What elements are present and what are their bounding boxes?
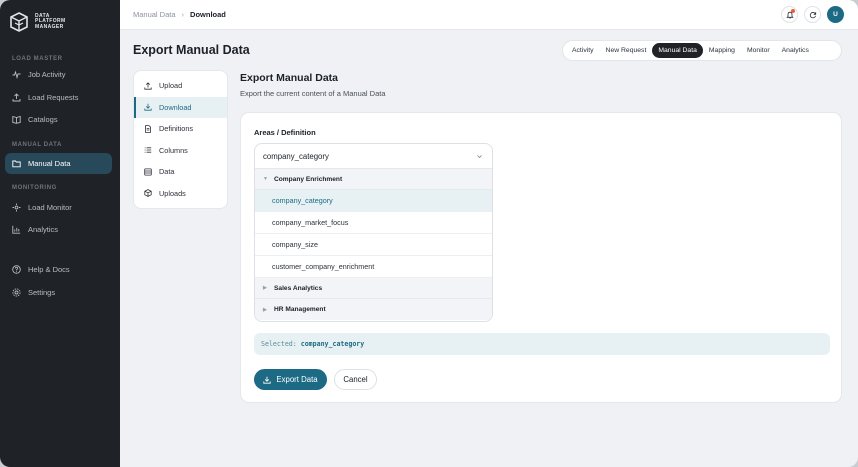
submenu-item-label: Upload — [159, 81, 183, 91]
brand-logo[interactable]: DATA PLATFORM MANAGER — [8, 9, 108, 35]
group-label: Sales Analytics — [274, 284, 323, 292]
submenu-item-data[interactable]: Data — [134, 161, 227, 183]
group-label: HR Management — [274, 306, 326, 313]
areas-definition-label: Areas / Definition — [254, 128, 316, 137]
manual-data-submenu: Upload Download Definitions Columns Data… — [133, 70, 228, 209]
app-window: DATA PLATFORM MANAGER LOAD MASTER Job Ac… — [0, 0, 858, 467]
tab-activity[interactable]: Activity — [566, 43, 600, 58]
sidebar-item-load-monitor[interactable]: Load Monitor — [5, 197, 112, 218]
list-icon — [144, 146, 152, 154]
sidebar: DATA PLATFORM MANAGER LOAD MASTER Job Ac… — [0, 0, 120, 467]
definition-select: company_category ▼ Company Enrichment co… — [254, 143, 493, 322]
submenu-item-label: Uploads — [159, 188, 186, 198]
chevron-right-icon: ▶ — [263, 306, 267, 313]
submenu-item-label: Data — [159, 167, 175, 177]
group-company-enrichment[interactable]: ▼ Company Enrichment — [255, 169, 492, 190]
section-title: Export Manual Data — [240, 72, 339, 84]
breadcrumb-link-manual-data[interactable]: Manual Data — [133, 10, 176, 19]
sidebar-item-label: Job Activity — [28, 70, 66, 79]
section-monitoring: MONITORING — [12, 185, 57, 191]
table-icon — [144, 168, 152, 176]
sidebar-item-help-docs[interactable]: Help & Docs — [5, 259, 112, 280]
submenu-item-definitions[interactable]: Definitions — [134, 118, 227, 140]
sidebar-item-label: Help & Docs — [28, 265, 70, 274]
notifications-button[interactable] — [781, 6, 798, 23]
top-actions: U — [781, 6, 844, 23]
sidebar-item-analytics[interactable]: Analytics — [5, 219, 112, 240]
submenu-item-download[interactable]: Download — [134, 96, 227, 118]
tab-bar: Activity New Request Manual Data Mapping… — [562, 40, 842, 61]
option-company-market-focus[interactable]: company_market_focus — [255, 212, 492, 234]
select-value: company_category — [263, 151, 329, 161]
upload-icon — [12, 93, 21, 102]
page-title: Export Manual Data — [133, 43, 250, 57]
sidebar-item-label: Load Requests — [28, 93, 79, 102]
section-manual-data: MANUAL DATA — [12, 142, 62, 148]
notification-dot — [791, 9, 795, 13]
brand-line-3: MANAGER — [35, 23, 64, 30]
sidebar-item-job-activity[interactable]: Job Activity — [5, 64, 112, 85]
chart-icon — [12, 225, 21, 234]
export-data-button[interactable]: Export Data — [254, 369, 327, 390]
sidebar-item-manual-data[interactable]: Manual Data — [5, 153, 112, 174]
refresh-icon — [809, 11, 816, 18]
export-button-label: Export Data — [276, 375, 318, 384]
submenu-item-uploads[interactable]: Uploads — [134, 183, 227, 205]
definition-select-trigger[interactable]: company_category — [255, 144, 492, 169]
logo-icon — [10, 12, 28, 32]
submenu-item-label: Definitions — [159, 124, 194, 134]
download-icon — [144, 103, 152, 111]
submenu-item-label: Download — [159, 102, 192, 112]
monitor-icon — [12, 203, 21, 212]
document-icon — [144, 124, 152, 133]
breadcrumb-current: Download — [190, 10, 226, 19]
activity-icon — [12, 70, 21, 79]
tab-monitor[interactable]: Monitor — [741, 43, 776, 58]
box-icon — [144, 189, 152, 198]
sidebar-item-label: Load Monitor — [28, 203, 72, 212]
submenu-item-columns[interactable]: Columns — [134, 140, 227, 162]
breadcrumb-separator-icon: › — [181, 10, 185, 19]
chevron-down-icon: ▼ — [263, 176, 268, 182]
sidebar-item-load-requests[interactable]: Load Requests — [5, 87, 112, 108]
selected-value: company_category — [300, 340, 365, 348]
selected-indicator: Selected: company_category — [254, 333, 830, 355]
chevron-down-icon — [477, 155, 482, 159]
brand-name: DATA PLATFORM MANAGER — [35, 13, 66, 31]
upload-icon — [144, 81, 152, 90]
cancel-button[interactable]: Cancel — [334, 369, 377, 390]
group-sales-analytics[interactable]: ▶ Sales Analytics — [255, 278, 492, 299]
option-company-size[interactable]: company_size — [255, 234, 492, 256]
sidebar-item-label: Analytics — [28, 225, 59, 234]
option-customer-company-enrichment[interactable]: customer_company_enrichment — [255, 256, 492, 278]
tab-mapping[interactable]: Mapping — [703, 43, 741, 58]
help-icon — [12, 265, 21, 274]
sidebar-item-label: Catalogs — [28, 115, 58, 124]
sidebar-item-catalogs[interactable]: Catalogs — [5, 109, 112, 130]
tab-new-request[interactable]: New Request — [600, 43, 653, 58]
section-load-master: LOAD MASTER — [12, 56, 63, 62]
refresh-button[interactable] — [804, 6, 821, 23]
submenu-item-upload[interactable]: Upload — [134, 75, 227, 97]
gear-icon — [12, 288, 21, 297]
submenu-item-label: Columns — [159, 145, 188, 155]
user-avatar[interactable]: U — [827, 6, 844, 23]
option-company-category[interactable]: company_category — [255, 190, 492, 212]
export-card: Areas / Definition company_category ▼ Co… — [240, 112, 842, 403]
section-description: Export the current content of a Manual D… — [240, 89, 386, 98]
chevron-right-icon: ▶ — [263, 285, 267, 291]
group-hr-management[interactable]: ▶ HR Management — [255, 299, 492, 320]
sidebar-item-settings[interactable]: Settings — [5, 282, 112, 303]
top-bar: Manual Data › Download U — [120, 0, 858, 30]
sidebar-item-label: Manual Data — [28, 159, 71, 168]
folder-icon — [12, 159, 21, 168]
sidebar-item-label: Settings — [28, 288, 56, 297]
breadcrumb: Manual Data › Download — [133, 10, 226, 19]
group-label: Company Enrichment — [274, 175, 343, 183]
tab-manual-data[interactable]: Manual Data — [652, 43, 703, 58]
book-icon — [12, 115, 21, 124]
tab-analytics[interactable]: Analytics — [776, 43, 815, 58]
download-icon — [263, 376, 272, 384]
selected-label: Selected: — [261, 340, 297, 348]
